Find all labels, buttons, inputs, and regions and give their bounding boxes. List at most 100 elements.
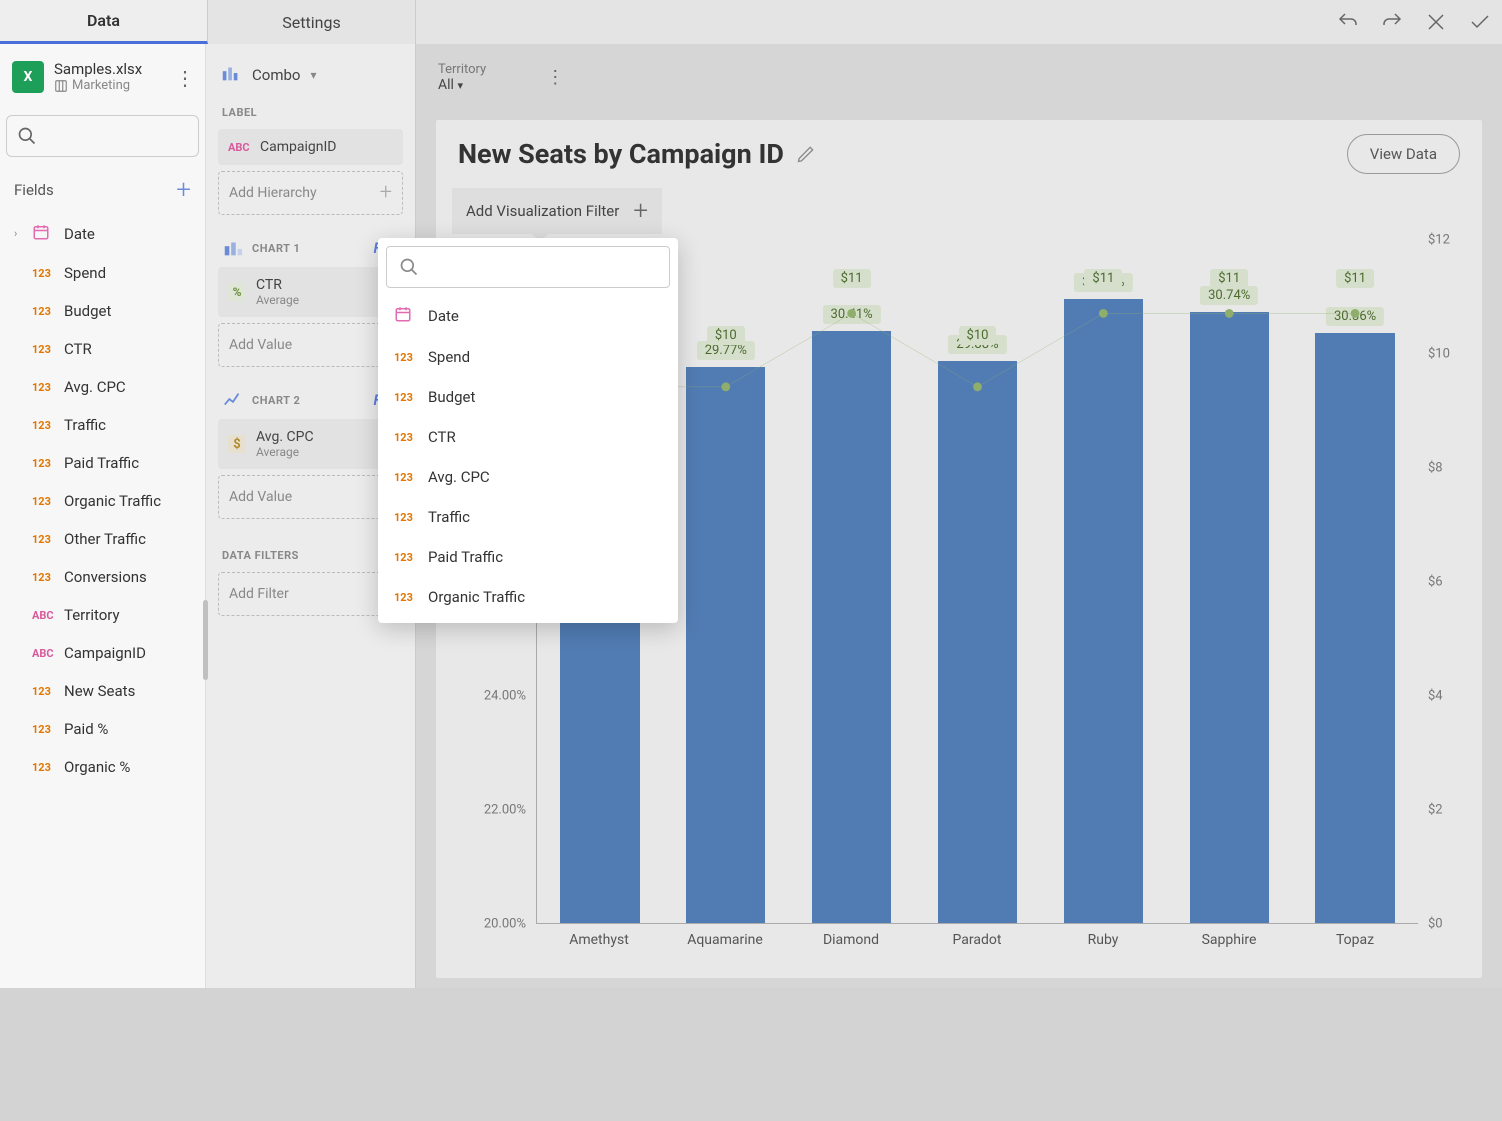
num-type-icon: 123 [32, 495, 54, 508]
x-category-label: Topaz [1336, 932, 1374, 948]
num-type-icon: 123 [394, 351, 416, 364]
num-type-icon: 123 [32, 267, 54, 280]
add-field-icon[interactable]: + [176, 177, 191, 203]
field-row[interactable]: 123Other Traffic [0, 520, 205, 558]
line-value-label: $11 [833, 269, 871, 288]
edit-title-icon[interactable] [796, 144, 816, 164]
chart2-value-pill[interactable]: $ Avg. CPC Average [218, 419, 403, 469]
field-label: Other Traffic [64, 530, 146, 548]
field-label: Territory [64, 606, 120, 624]
right-axis-tick: $2 [1428, 803, 1443, 818]
viz-type-selector[interactable]: Combo ▾ [212, 56, 409, 102]
right-axis-tick: $12 [1428, 233, 1450, 248]
dropdown-item[interactable]: 123Traffic [384, 497, 672, 537]
x-category-label: Paradot [953, 932, 1002, 948]
dropdown-search-input[interactable] [386, 246, 670, 288]
field-row[interactable]: 123 Organic Traffic [0, 482, 205, 520]
label-section-header: LABEL [212, 102, 409, 129]
field-row[interactable]: 123CTR [0, 330, 205, 368]
line-chart-icon [222, 389, 244, 411]
dropdown-item[interactable]: Date [384, 294, 672, 337]
close-icon[interactable] [1424, 10, 1448, 34]
field-row[interactable]: 123 Organic % [0, 748, 205, 786]
x-category-label: Sapphire [1202, 932, 1257, 948]
dropdown-item[interactable]: 123Avg. CPC [384, 457, 672, 497]
line-value-label: $11 [1084, 269, 1122, 288]
file-name: Samples.xlsx [54, 60, 142, 78]
dropdown-item-label: CTR [428, 428, 456, 446]
dropdown-item[interactable]: 123CTR [384, 417, 672, 457]
add-hierarchy-button[interactable]: Add Hierarchy+ [218, 171, 403, 215]
field-row[interactable]: 123New Seats [0, 672, 205, 710]
field-label: Paid % [64, 720, 108, 738]
label-field-pill[interactable]: ABC CampaignID [218, 129, 403, 165]
abc-type-icon: ABC [228, 141, 250, 154]
datasource-menu-icon[interactable]: ⋮ [175, 66, 195, 90]
field-label: Date [64, 225, 95, 243]
dropdown-item-label: Avg. CPC [428, 468, 490, 486]
add-value-2-button[interactable]: Add Value+ [218, 475, 403, 519]
bar-chart-icon [222, 237, 244, 259]
field-row[interactable]: 123 Spend [0, 254, 205, 292]
field-row[interactable]: 123Budget [0, 292, 205, 330]
field-label: CTR [64, 340, 92, 358]
dropdown-item-label: Spend [428, 348, 470, 366]
line-value-label: $10 [959, 326, 997, 345]
expand-icon: › [14, 227, 22, 240]
fields-search-input[interactable] [6, 115, 199, 157]
viz-title: New Seats by Campaign ID [458, 138, 784, 170]
field-label: Organic % [64, 758, 130, 776]
dropdown-item-label: Budget [428, 388, 475, 406]
x-category-label: Amethyst [569, 932, 629, 948]
add-value-1-button[interactable]: Add Value+ [218, 323, 403, 367]
field-row[interactable]: 123Traffic [0, 406, 205, 444]
field-row[interactable]: 123Paid % [0, 710, 205, 748]
field-label: CampaignID [64, 644, 146, 662]
chart1-value-pill[interactable]: % CTR Average [218, 267, 403, 317]
tab-settings[interactable]: Settings [208, 0, 416, 44]
num-type-icon: 123 [394, 391, 416, 404]
num-type-icon: 123 [394, 591, 416, 604]
confirm-icon[interactable] [1468, 10, 1492, 34]
territory-filter-value[interactable]: All ▾ [438, 77, 486, 93]
right-axis-tick: $0 [1428, 917, 1443, 932]
field-label: Traffic [64, 416, 106, 434]
field-label: Spend [64, 264, 106, 282]
dropdown-item[interactable]: 123Paid Traffic [384, 537, 672, 577]
excel-icon: X [12, 61, 44, 93]
field-row[interactable]: 123Avg. CPC [0, 368, 205, 406]
territory-menu-icon[interactable]: ⋮ [546, 67, 564, 88]
num-type-icon: 123 [32, 571, 54, 584]
field-row[interactable]: ABC Territory [0, 596, 205, 634]
scrollbar-thumb[interactable] [203, 600, 208, 680]
add-viz-filter-button[interactable]: Add Visualization Filter + [452, 188, 662, 234]
dropdown-item-label: Organic Traffic [428, 588, 525, 606]
redo-icon[interactable] [1380, 10, 1404, 34]
add-filter-button[interactable]: Add Filter+ [218, 572, 403, 616]
abc-type-icon: ABC [32, 609, 54, 622]
chart1-header: CHART 1 [252, 242, 300, 255]
line-value-label: $10 [707, 326, 745, 345]
num-type-icon: 123 [32, 761, 54, 774]
date-type-icon [32, 223, 54, 244]
field-row[interactable]: 123Paid Traffic [0, 444, 205, 482]
dropdown-item[interactable]: 123 Organic Traffic [384, 577, 672, 617]
undo-icon[interactable] [1336, 10, 1360, 34]
right-axis-tick: $4 [1428, 689, 1443, 704]
field-label: Organic Traffic [64, 492, 161, 510]
x-category-label: Ruby [1088, 932, 1119, 948]
dropdown-item[interactable]: 123 Spend [384, 337, 672, 377]
dropdown-item[interactable]: 123 Budget [384, 377, 672, 417]
field-label: Conversions [64, 568, 147, 586]
view-data-button[interactable]: View Data [1347, 134, 1460, 174]
field-row[interactable]: ABCCampaignID [0, 634, 205, 672]
field-row[interactable]: › Date [0, 213, 205, 254]
line-value-label: $11 [1336, 269, 1374, 288]
field-row[interactable]: 123 Conversions [0, 558, 205, 596]
x-category-label: Aquamarine [687, 932, 763, 948]
num-type-icon: 123 [32, 305, 54, 318]
tab-data[interactable]: Data [0, 0, 208, 44]
dollar-icon: $ [228, 435, 246, 453]
right-axis-tick: $6 [1428, 575, 1443, 590]
num-type-icon: 123 [32, 457, 54, 470]
